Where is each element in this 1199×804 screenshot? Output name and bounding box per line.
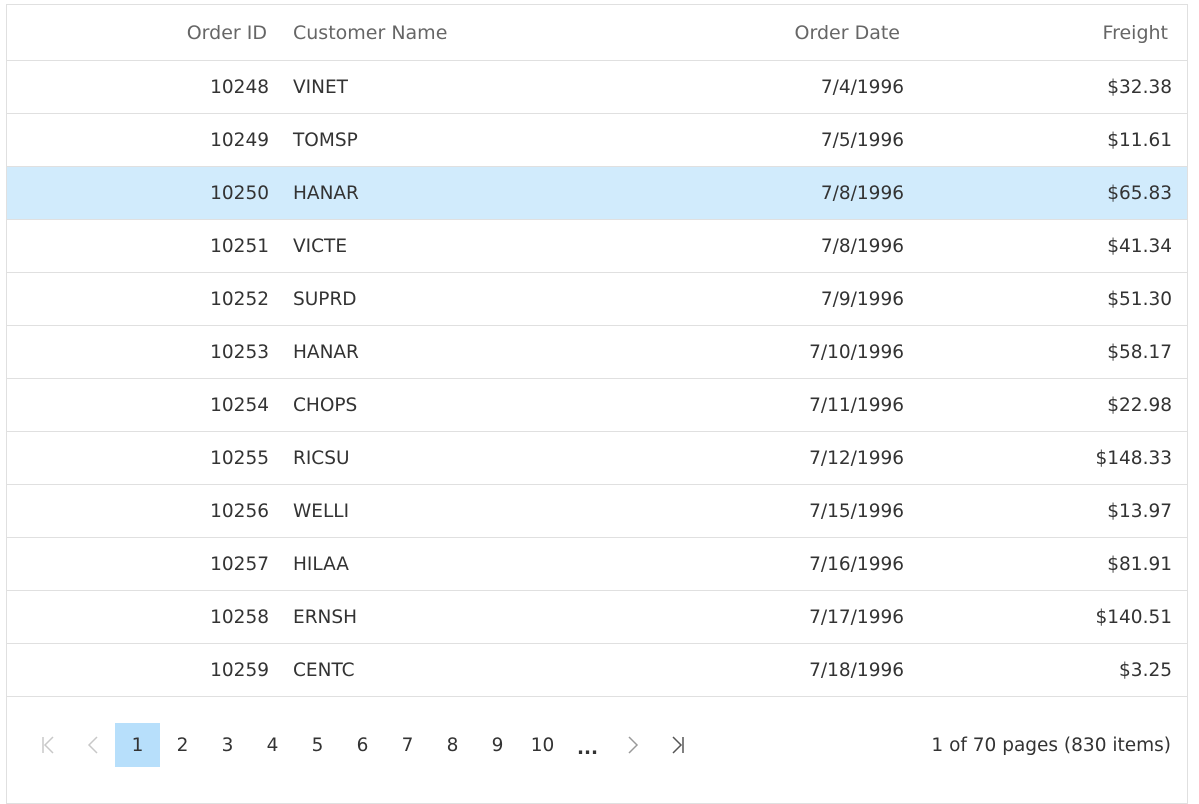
- table-row[interactable]: 10252 SUPRD 7/9/1996 $51.30: [7, 273, 1187, 326]
- page-number-3[interactable]: 3: [205, 723, 250, 767]
- cell-customer-name: ERNSH: [293, 606, 358, 628]
- table-row[interactable]: 10257 HILAA 7/16/1996 $81.91: [7, 538, 1187, 591]
- cell-customer-name: HANAR: [293, 182, 359, 204]
- table-row[interactable]: 10258 ERNSH 7/17/1996 $140.51: [7, 591, 1187, 644]
- cell-order-date: 7/18/1996: [809, 659, 904, 681]
- page-number-6[interactable]: 6: [340, 723, 385, 767]
- cell-order-id: 10249: [210, 129, 269, 151]
- cell-customer-name: WELLI: [293, 500, 350, 522]
- cell-order-id: 10251: [210, 235, 269, 257]
- pager-info: 1 of 70 pages (830 items): [931, 734, 1171, 756]
- cell-order-id: 10256: [210, 500, 269, 522]
- first-page-icon: [41, 736, 54, 754]
- grid-body: 10248 VINET 7/4/1996 $32.38 10249 TOMSP 7/5/19…: [7, 61, 1187, 697]
- cell-order-date: 7/11/1996: [809, 394, 904, 416]
- page-number-2[interactable]: 2: [160, 723, 205, 767]
- data-grid: Order ID Customer Name Order Date Freigh…: [6, 4, 1188, 804]
- cell-customer-name: HANAR: [293, 341, 359, 363]
- last-page-button[interactable]: [655, 723, 700, 767]
- cell-customer-name: CENTC: [293, 659, 355, 681]
- page-number-5[interactable]: 5: [295, 723, 340, 767]
- previous-page-icon: [87, 736, 98, 754]
- pager-nav: 1 2 3 4 5 6 7 8 9 10 ...: [25, 723, 700, 767]
- header-order-date[interactable]: Order Date: [627, 22, 900, 44]
- page-number-4[interactable]: 4: [250, 723, 295, 767]
- table-row[interactable]: 10256 WELLI 7/15/1996 $13.97: [7, 485, 1187, 538]
- cell-order-id: 10248: [210, 76, 269, 98]
- cell-freight: $58.17: [1107, 341, 1172, 363]
- first-page-button[interactable]: [25, 723, 70, 767]
- cell-freight: $65.83: [1107, 182, 1172, 204]
- cell-freight: $81.91: [1107, 553, 1172, 575]
- page-number-1[interactable]: 1: [115, 723, 160, 767]
- table-row[interactable]: 10254 CHOPS 7/11/1996 $22.98: [7, 379, 1187, 432]
- cell-customer-name: RICSU: [293, 447, 350, 469]
- cell-order-id: 10258: [210, 606, 269, 628]
- cell-customer-name: SUPRD: [293, 288, 357, 310]
- cell-order-id: 10257: [210, 553, 269, 575]
- cell-customer-name: HILAA: [293, 553, 349, 575]
- header-customer-name[interactable]: Customer Name: [267, 22, 627, 44]
- cell-freight: $140.51: [1095, 606, 1172, 628]
- page-numbers: 1 2 3 4 5 6 7 8 9 10: [115, 723, 565, 767]
- table-row[interactable]: 10253 HANAR 7/10/1996 $58.17: [7, 326, 1187, 379]
- page-number-9[interactable]: 9: [475, 723, 520, 767]
- cell-order-id: 10254: [210, 394, 269, 416]
- cell-customer-name: TOMSP: [293, 129, 358, 151]
- page-ellipsis[interactable]: ...: [565, 723, 610, 767]
- cell-order-id: 10252: [210, 288, 269, 310]
- cell-freight: $41.34: [1107, 235, 1172, 257]
- last-page-icon: [671, 736, 684, 754]
- header-order-id[interactable]: Order ID: [7, 22, 267, 44]
- cell-freight: $13.97: [1107, 500, 1172, 522]
- header-freight[interactable]: Freight: [900, 22, 1168, 44]
- cell-customer-name: VINET: [293, 76, 348, 98]
- cell-customer-name: CHOPS: [293, 394, 358, 416]
- table-row[interactable]: 10248 VINET 7/4/1996 $32.38: [7, 61, 1187, 114]
- cell-order-id: 10255: [210, 447, 269, 469]
- cell-order-id: 10250: [210, 182, 269, 204]
- cell-freight: $148.33: [1095, 447, 1172, 469]
- cell-order-date: 7/9/1996: [820, 288, 904, 310]
- cell-order-date: 7/10/1996: [809, 341, 904, 363]
- cell-order-date: 7/12/1996: [809, 447, 904, 469]
- cell-order-date: 7/5/1996: [820, 129, 904, 151]
- cell-order-id: 10259: [210, 659, 269, 681]
- cell-order-date: 7/8/1996: [820, 182, 904, 204]
- table-row[interactable]: 10249 TOMSP 7/5/1996 $11.61: [7, 114, 1187, 167]
- table-row[interactable]: 10250 HANAR 7/8/1996 $65.83: [7, 167, 1187, 220]
- cell-freight: $51.30: [1107, 288, 1172, 310]
- cell-order-id: 10253: [210, 341, 269, 363]
- cell-order-date: 7/17/1996: [809, 606, 904, 628]
- cell-order-date: 7/8/1996: [820, 235, 904, 257]
- page-number-7[interactable]: 7: [385, 723, 430, 767]
- cell-customer-name: VICTE: [293, 235, 348, 257]
- previous-page-button[interactable]: [70, 723, 115, 767]
- table-row[interactable]: 10255 RICSU 7/12/1996 $148.33: [7, 432, 1187, 485]
- cell-order-date: 7/16/1996: [809, 553, 904, 575]
- cell-order-date: 7/4/1996: [820, 76, 904, 98]
- next-page-button[interactable]: [610, 723, 655, 767]
- cell-freight: $11.61: [1107, 129, 1172, 151]
- page-number-10[interactable]: 10: [520, 723, 565, 767]
- table-row[interactable]: 10251 VICTE 7/8/1996 $41.34: [7, 220, 1187, 273]
- table-row[interactable]: 10259 CENTC 7/18/1996 $3.25: [7, 644, 1187, 697]
- page-number-8[interactable]: 8: [430, 723, 475, 767]
- cell-freight: $3.25: [1119, 659, 1172, 681]
- next-page-icon: [627, 736, 638, 754]
- cell-freight: $22.98: [1107, 394, 1172, 416]
- pager: 1 2 3 4 5 6 7 8 9 10 ... 1 of 70 pages (830 items…: [7, 697, 1187, 797]
- grid-header: Order ID Customer Name Order Date Freigh…: [7, 5, 1187, 61]
- cell-freight: $32.38: [1107, 76, 1172, 98]
- cell-order-date: 7/15/1996: [809, 500, 904, 522]
